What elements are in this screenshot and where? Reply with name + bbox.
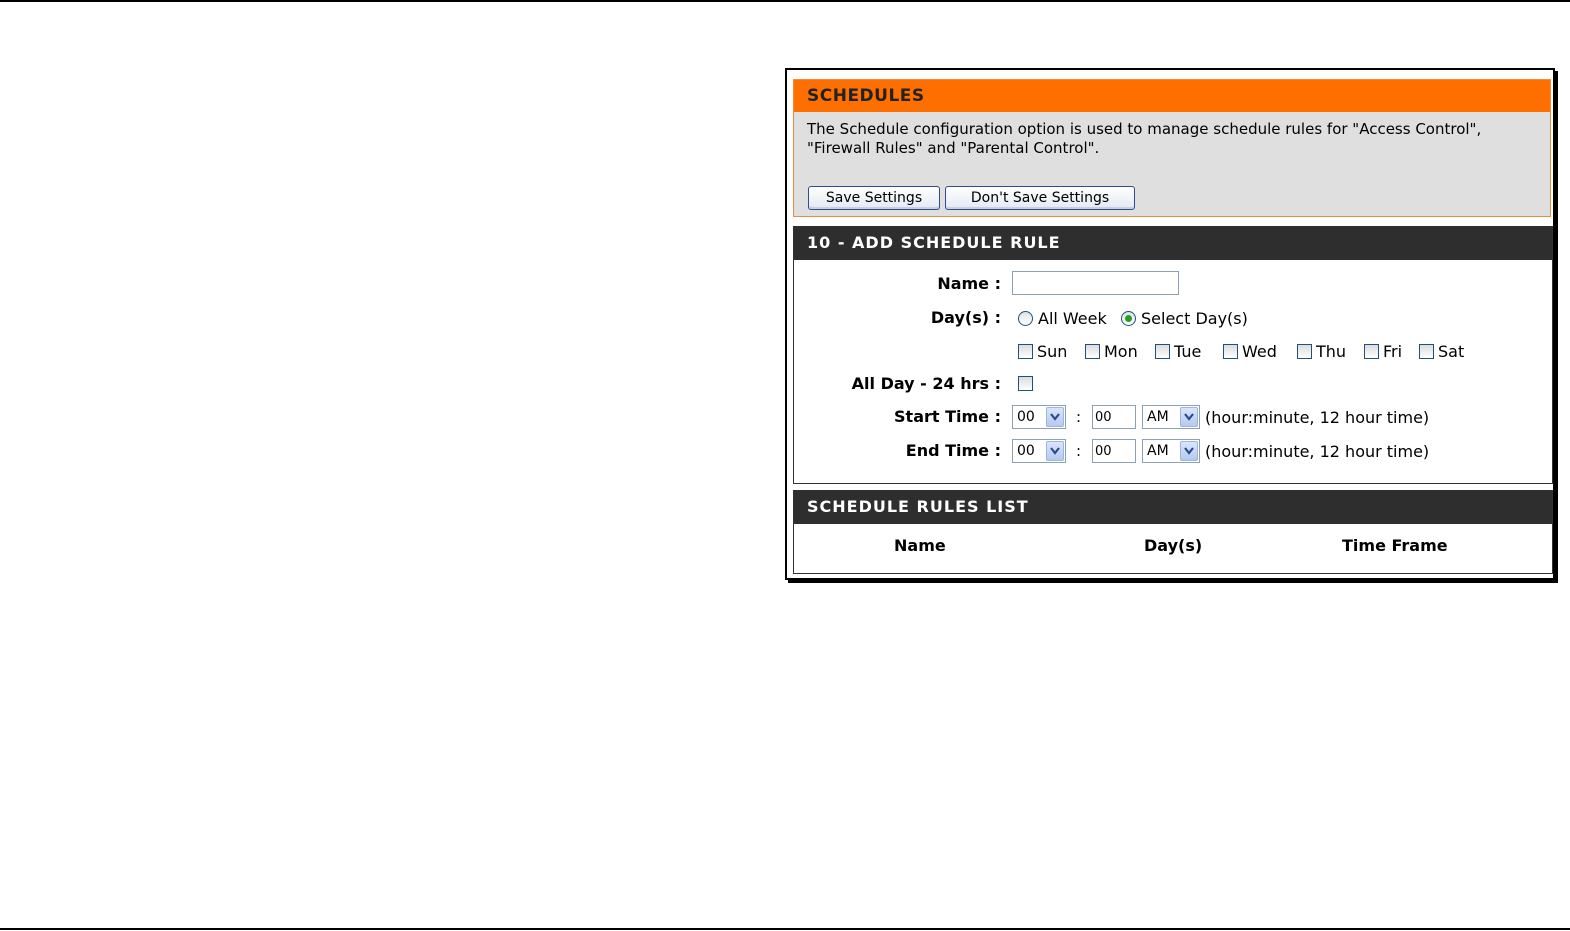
all-day-checkbox[interactable] [1018, 376, 1033, 391]
start-ampm-value: AM [1147, 409, 1169, 425]
end-hour-value: 00 [1017, 443, 1035, 459]
schedule-rules-list-section: SCHEDULE RULES LIST Name Day(s) Time Fra… [793, 490, 1553, 574]
start-time-colon: : [1076, 408, 1082, 426]
name-input[interactable] [1012, 271, 1179, 295]
start-hour-select[interactable]: 00 [1012, 405, 1066, 429]
sun-label: Sun [1037, 342, 1068, 361]
save-settings-button[interactable]: Save Settings [808, 186, 940, 210]
schedules-panel: SCHEDULES The Schedule configuration opt… [785, 68, 1555, 580]
description-line-1: The Schedule configuration option is use… [807, 120, 1482, 138]
start-minute-input[interactable] [1092, 405, 1136, 429]
chevron-down-icon [1046, 441, 1064, 461]
schedules-description: The Schedule configuration option is use… [807, 120, 1507, 158]
mon-checkbox[interactable] [1085, 344, 1100, 359]
chevron-down-icon [1180, 441, 1198, 461]
tue-checkbox[interactable] [1155, 344, 1170, 359]
start-time-label: Start Time : [894, 407, 1001, 426]
wed-checkbox[interactable] [1223, 344, 1238, 359]
column-header-days: Day(s) [1144, 536, 1203, 555]
bottom-rule [0, 928, 1570, 930]
select-days-radio[interactable] [1121, 311, 1136, 326]
description-line-2: "Firewall Rules" and "Parental Control". [807, 139, 1100, 157]
all-week-label: All Week [1038, 309, 1107, 328]
start-hour-value: 00 [1017, 409, 1035, 425]
select-days-label: Select Day(s) [1141, 309, 1248, 328]
days-label: Day(s) : [930, 308, 1001, 327]
schedule-rules-list-title: SCHEDULE RULES LIST [794, 490, 1552, 524]
sun-checkbox[interactable] [1018, 344, 1033, 359]
wed-label: Wed [1242, 342, 1277, 361]
end-ampm-value: AM [1147, 443, 1169, 459]
fri-checkbox[interactable] [1364, 344, 1379, 359]
end-hour-select[interactable]: 00 [1012, 439, 1066, 463]
mon-label: Mon [1104, 342, 1138, 361]
fri-label: Fri [1383, 342, 1403, 361]
chevron-down-icon [1180, 407, 1198, 427]
chevron-down-icon [1046, 407, 1064, 427]
thu-label: Thu [1316, 342, 1347, 361]
column-header-name: Name [894, 536, 946, 555]
all-day-label: All Day - 24 hrs : [851, 374, 1001, 393]
end-time-label: End Time : [905, 441, 1001, 460]
start-time-hint: (hour:minute, 12 hour time) [1205, 408, 1430, 427]
start-ampm-select[interactable]: AM [1142, 405, 1200, 429]
end-ampm-select[interactable]: AM [1142, 439, 1200, 463]
end-time-colon: : [1076, 442, 1082, 460]
top-rule [0, 0, 1570, 2]
thu-checkbox[interactable] [1297, 344, 1312, 359]
schedules-section: SCHEDULES The Schedule configuration opt… [793, 79, 1551, 217]
end-time-hint: (hour:minute, 12 hour time) [1205, 442, 1430, 461]
settings-buttons: Save Settings Don't Save Settings [808, 186, 1135, 210]
name-label: Name : [937, 274, 1001, 293]
add-schedule-rule-section: 10 - ADD SCHEDULE RULE Name : Day(s) : A… [793, 226, 1553, 484]
sat-checkbox[interactable] [1419, 344, 1434, 359]
schedules-title: SCHEDULES [794, 80, 1550, 112]
column-header-time-frame: Time Frame [1342, 536, 1448, 555]
end-minute-input[interactable] [1092, 439, 1136, 463]
dont-save-settings-button[interactable]: Don't Save Settings [945, 186, 1135, 210]
all-week-radio[interactable] [1018, 311, 1033, 326]
add-schedule-rule-title: 10 - ADD SCHEDULE RULE [794, 226, 1552, 260]
sat-label: Sat [1438, 342, 1465, 361]
tue-label: Tue [1174, 342, 1202, 361]
